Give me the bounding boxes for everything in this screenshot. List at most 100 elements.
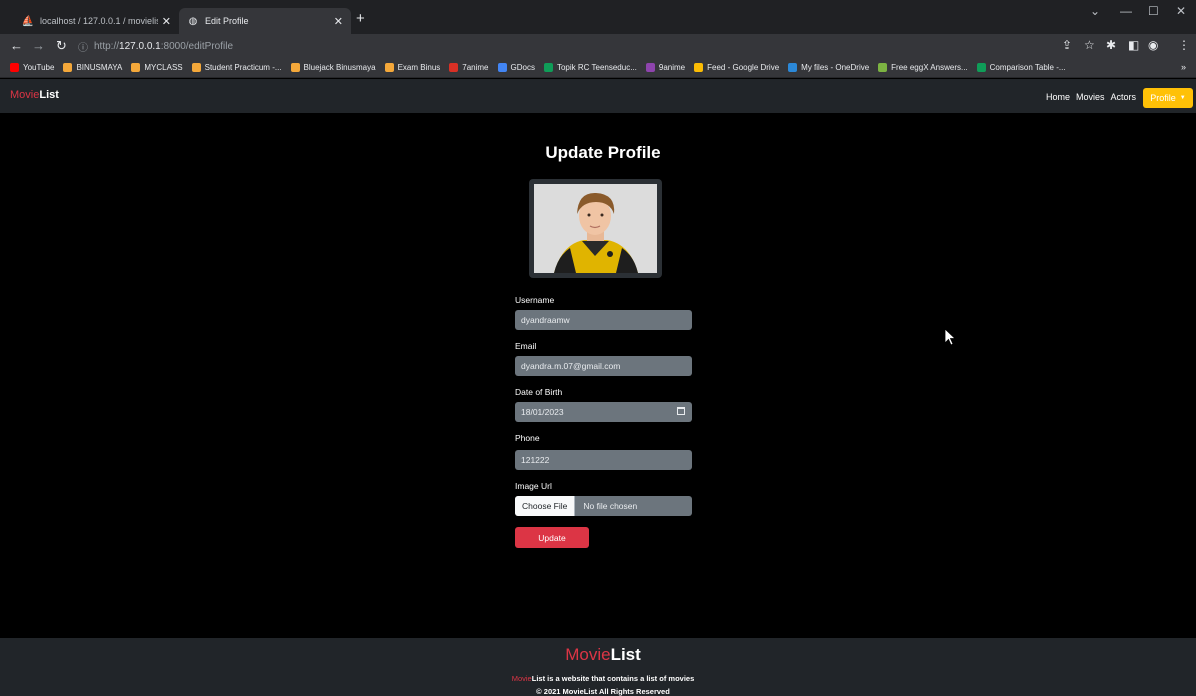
back-icon[interactable]: ← <box>10 38 23 53</box>
globe-icon: ◍ <box>188 15 198 27</box>
url-path: :8000/editProfile <box>160 40 234 52</box>
bookmark-item[interactable]: YouTube <box>10 63 54 72</box>
forward-icon[interactable]: → <box>32 38 45 53</box>
star-icon[interactable]: ☆ <box>1084 38 1095 52</box>
profile-photo-illustration <box>534 184 657 273</box>
bookmarks-bar: YouTube BINUSMAYA MYCLASS Student Practicum… <box>0 58 1196 78</box>
url-input[interactable]: ⓘ http://127.0.0.1:8000/editProfile <box>78 36 1058 56</box>
image-file-input[interactable]: Choose File No file chosen <box>515 496 692 516</box>
sidepanel-icon[interactable]: ◧ <box>1128 38 1139 52</box>
bookmark-label: YouTube <box>23 63 55 72</box>
minimize-icon[interactable]: — <box>1120 4 1132 18</box>
mouse-cursor-icon <box>944 328 957 346</box>
main-content: Update Profile Username dyandraamw Email… <box>0 113 1196 638</box>
bookmark-label: Feed - Google Drive <box>707 63 780 72</box>
email-label: Email <box>515 341 537 351</box>
tab-edit-profile[interactable]: ◍ Edit Profile ✕ <box>179 8 351 34</box>
caret-down-icon: ▼ <box>1179 95 1186 101</box>
bookmark-item[interactable]: Bluejack Binusmaya <box>290 63 376 72</box>
new-tab-icon[interactable]: + <box>356 10 365 27</box>
bookmark-label: Free eggX Answers... <box>891 63 968 72</box>
dob-input[interactable]: 18/01/2023 <box>515 402 692 422</box>
tab-title: localhost / 127.0.0.1 / movielist_c <box>40 16 158 26</box>
calendar-icon[interactable] <box>677 407 685 415</box>
bookmark-icon <box>543 63 553 72</box>
nav-home[interactable]: Home <box>1046 92 1070 102</box>
reload-icon[interactable]: ↻ <box>56 38 67 54</box>
nav-movies[interactable]: Movies <box>1076 92 1105 102</box>
tab-title: Edit Profile <box>205 16 249 26</box>
url-scheme: http:// <box>94 40 120 52</box>
bookmark-item[interactable]: GDocs <box>497 63 535 72</box>
extensions-icon[interactable]: ✱ <box>1106 38 1116 52</box>
bookmark-item[interactable]: BINUSMAYA <box>63 63 122 72</box>
window-close-icon[interactable]: ✕ <box>1176 4 1186 18</box>
phone-input[interactable]: 121222 <box>515 450 692 470</box>
bookmark-label: MYCLASS <box>144 63 183 72</box>
nav-actors[interactable]: Actors <box>1110 92 1136 102</box>
bookmark-item[interactable]: Topik RC Teenseduc... <box>543 63 637 72</box>
bookmark-icon <box>290 63 300 72</box>
footer-description: MovieList is a website that contains a l… <box>511 674 695 683</box>
tab-phpmyadmin[interactable]: ⛵ localhost / 127.0.0.1 / movielist_c ✕ <box>14 8 179 34</box>
bookmark-label: GDocs <box>510 63 535 72</box>
dob-value: 18/01/2023 <box>521 407 564 417</box>
bookmark-icon <box>788 63 798 72</box>
bookmark-label: BINUSMAYA <box>76 63 123 72</box>
close-icon[interactable]: ✕ <box>334 15 343 28</box>
bookmark-icon <box>497 63 507 72</box>
close-icon[interactable]: ✕ <box>162 15 171 28</box>
bookmark-icon <box>191 63 201 72</box>
image-url-label: Image Url <box>515 481 552 491</box>
bookmark-label: My files - OneDrive <box>801 63 870 72</box>
username-label: Username <box>515 295 555 305</box>
address-bar: ← → ↻ ⓘ http://127.0.0.1:8000/editProfil… <box>0 34 1196 58</box>
bookmark-label: Bluejack Binusmaya <box>303 63 376 72</box>
avatar-icon[interactable]: ◉ <box>1148 38 1158 52</box>
bookmark-icon <box>63 63 73 72</box>
footer-brand: MovieList <box>565 645 641 664</box>
url-host: 127.0.0.1 <box>119 40 161 52</box>
update-button[interactable]: Update <box>515 527 589 548</box>
chevron-down-icon[interactable]: ⌄ <box>1090 4 1100 18</box>
bookmark-item[interactable]: Comparison Table -... <box>976 63 1066 72</box>
bookmark-item[interactable]: My files - OneDrive <box>788 63 869 72</box>
bookmark-item[interactable]: Free eggX Answers... <box>878 63 968 72</box>
email-input[interactable]: dyandra.m.07@gmail.com <box>515 356 692 376</box>
profile-dropdown-button[interactable]: Profile ▼ <box>1143 88 1193 108</box>
username-input[interactable]: dyandraamw <box>515 310 692 330</box>
page-title: Update Profile <box>545 143 661 162</box>
bookmark-item[interactable]: 7anime <box>449 63 489 72</box>
bookmark-icon <box>384 63 394 72</box>
site-footer: MovieList MovieList is a website that co… <box>0 638 1196 696</box>
site-navbar: MovieList Home Movies Actors Profile ▼ <box>0 79 1196 113</box>
bookmark-item[interactable]: Exam Binus <box>384 63 441 72</box>
avatar-frame <box>529 179 662 278</box>
bookmark-icon <box>694 63 704 72</box>
bookmarks-overflow-icon[interactable]: » <box>1181 62 1186 72</box>
info-icon[interactable]: ⓘ <box>78 39 88 54</box>
bookmark-item[interactable]: Student Practicum -... <box>191 63 282 72</box>
choose-file-button[interactable]: Choose File <box>515 496 576 516</box>
browser-tab-bar: ⛵ localhost / 127.0.0.1 / movielist_c ✕ … <box>0 0 1196 34</box>
footer-copyright: © 2021 MovieList All Rights Reserved <box>536 687 670 696</box>
bookmark-label: Student Practicum -... <box>204 63 282 72</box>
bookmark-icon <box>878 63 888 72</box>
dob-label: Date of Birth <box>515 387 563 397</box>
maximize-icon[interactable]: ☐ <box>1148 4 1159 18</box>
bookmark-label: Exam Binus <box>397 63 441 72</box>
bookmark-item[interactable]: MYCLASS <box>131 63 183 72</box>
bookmark-label: Comparison Table -... <box>989 63 1066 72</box>
bookmark-label: 7anime <box>462 63 489 72</box>
bookmark-item[interactable]: Feed - Google Drive <box>694 63 779 72</box>
menu-icon[interactable]: ⋮ <box>1178 38 1190 52</box>
brand-logo[interactable]: MovieList <box>10 89 59 101</box>
profile-photo <box>534 184 657 273</box>
nav-links: Home Movies Actors <box>1046 92 1136 102</box>
share-icon[interactable]: ⇪ <box>1062 38 1072 52</box>
bookmark-icon <box>10 63 19 72</box>
bookmark-icon <box>449 63 459 72</box>
bookmark-label: Topik RC Teenseduc... <box>556 63 637 72</box>
bookmark-item[interactable]: 9anime <box>645 63 685 72</box>
bookmark-icon <box>976 63 986 72</box>
